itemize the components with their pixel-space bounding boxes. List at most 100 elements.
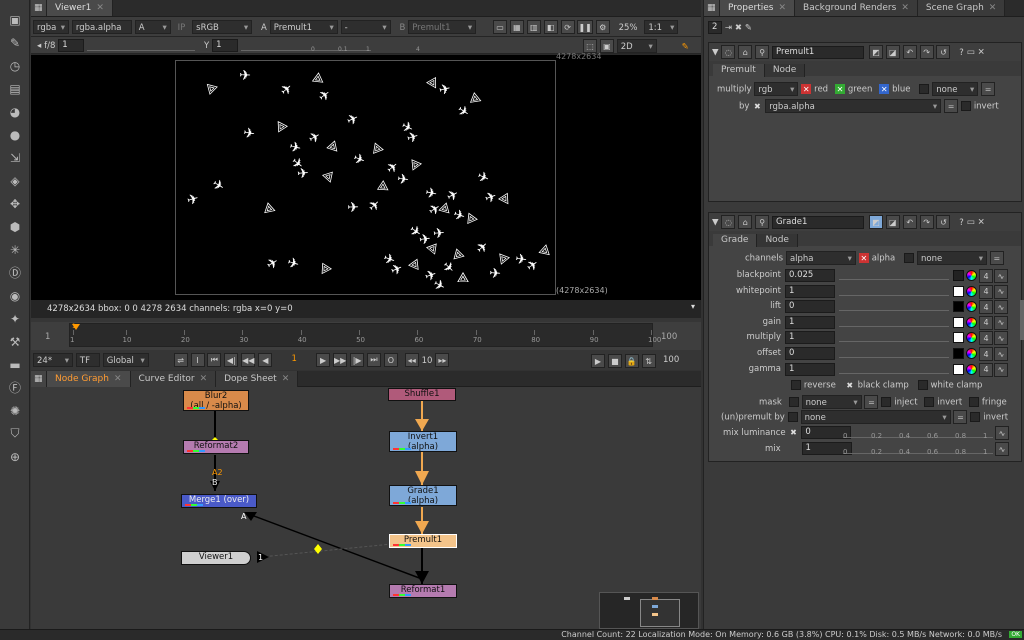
unpremult-equals-icon[interactable]: = [953,410,968,424]
extra-equals-icon[interactable]: = [981,82,996,96]
end-frame[interactable]: 100 [663,355,679,365]
green-checkbox[interactable]: ✕ [834,84,845,94]
last-frame-icon[interactable]: ⏭ [367,353,381,367]
lock-icon[interactable]: 🔒 [624,354,639,368]
param-slider[interactable] [839,299,949,312]
node-invert1[interactable]: Invert1 (alpha) [389,431,457,452]
param-value-field[interactable]: 1 [785,284,835,298]
split-channels-button[interactable]: 4 [979,362,993,377]
deep-icon[interactable]: Ⓓ [0,261,30,284]
node-toggle-icon[interactable]: ◌ [721,215,736,229]
collapse-icon[interactable]: ▼ [712,48,719,58]
mix-luminance-checkbox[interactable]: ✖ [789,428,799,438]
fstop-prev-icon[interactable]: ◂ [37,41,41,51]
pixel-icon[interactable]: ▣ [599,39,614,53]
extra-checkbox[interactable] [904,253,915,263]
multiply-combo[interactable]: rgb [754,82,799,96]
render-icon[interactable]: ⚙ [595,20,610,34]
param-slider[interactable] [839,362,949,374]
transform-icon[interactable]: ✥ [0,192,30,215]
color-swatch-icon[interactable] [953,363,964,375]
flag-icon[interactable]: ⚲ [755,45,770,59]
roi-icon[interactable]: ▭ [493,20,508,34]
info-menu-icon[interactable]: ▾ [691,302,695,311]
split-channels-button[interactable]: 4 [979,300,993,315]
revert-icon[interactable]: ↺ [936,45,951,59]
next-frame-icon[interactable]: ▶▶ [332,353,348,367]
param-slider[interactable] [839,268,949,280]
mask-checkbox[interactable] [788,397,799,407]
viewer-icon[interactable]: ⌂ [738,45,753,59]
plugins-icon[interactable]: ✺ [0,399,30,422]
display-combo[interactable]: A [134,20,171,34]
out-point-icon[interactable]: O [383,353,398,367]
color-swatch-icon[interactable] [953,332,964,344]
toolsets-icon[interactable]: ⚒ [0,330,30,353]
curve-icon[interactable]: ∿ [994,300,1008,315]
param-value-field[interactable]: 0.025 [785,269,835,282]
color-wheel-icon[interactable] [966,316,977,328]
tf-combo[interactable]: TF [75,353,100,367]
param-value-field[interactable]: 1 [785,315,835,329]
split-channels-button[interactable]: 4 [979,269,993,283]
premult-name-field[interactable]: Premult1 [772,45,865,59]
tab-scene-graph[interactable]: Scene Graph ✕ [917,0,1006,16]
tab-viewer[interactable]: Viewer1 ✕ [47,0,113,16]
by-combo[interactable]: rgba.alpha [765,99,942,113]
globe-icon[interactable]: ⊕ [0,445,30,468]
node-merge1[interactable]: Merge1 (over) [181,494,257,508]
blue-checkbox[interactable]: ✕ [879,84,890,94]
help-icon[interactable]: ? [959,218,964,228]
merge-icon[interactable]: ◈ [0,169,30,192]
step-forward-icon[interactable]: ▸▸ [435,353,450,367]
properties-scrollbar[interactable] [1020,300,1024,340]
scope-combo[interactable]: Global [102,353,149,367]
invert-checkbox[interactable] [960,101,971,111]
split-channels-button[interactable]: 4 [979,331,993,346]
prev-frame-icon[interactable]: ◀◀ [241,353,256,367]
time-icon[interactable]: ◷ [0,54,30,77]
pause-icon[interactable]: ❚❚ [577,20,593,34]
channels-combo[interactable]: rgba [33,20,69,34]
close-all-icon[interactable]: ✖ [735,23,742,33]
graph-minimap[interactable] [599,592,699,629]
help-icon[interactable]: ? [959,48,964,58]
first-frame-icon[interactable]: ⏮ [207,353,222,367]
collapse-icon[interactable]: ▼ [712,218,719,228]
node-color-icon[interactable]: ◩ [868,215,883,229]
gamma-slider[interactable] [241,41,371,51]
color-swatch-icon[interactable] [953,348,964,359]
float-icon[interactable]: ▭ [967,48,975,58]
font-color-icon[interactable]: ◪ [885,215,900,229]
step-value[interactable]: 10 [422,356,433,366]
grade-name-field[interactable]: Grade1 [772,215,865,229]
tab-background-renders[interactable]: Background Renders ✕ [795,0,918,16]
close-icon[interactable]: ✕ [978,48,985,58]
color-icon[interactable]: ◕ [0,100,30,123]
furnace-icon[interactable]: Ⓕ [0,376,30,399]
param-value-field[interactable]: 0 [785,347,835,360]
color-wheel-icon[interactable] [966,285,977,297]
undo-icon[interactable]: ↶ [902,45,917,59]
tab-premult[interactable]: Premult [713,64,765,77]
viewer-icon[interactable]: ⌂ [738,215,753,229]
3d-icon[interactable]: ⬢ [0,215,30,238]
param-value-field[interactable]: 1 [785,331,835,345]
particles-icon[interactable]: ✳ [0,238,30,261]
extra-channel-combo[interactable]: none [932,82,979,96]
input-a-combo[interactable]: Premult1 [269,20,338,34]
split-channels-button[interactable]: 4 [979,315,993,330]
inject-checkbox[interactable] [881,397,892,407]
unpremult-checkbox[interactable] [787,412,798,422]
by-checkbox[interactable]: ✖ [752,101,762,111]
redo-icon[interactable]: ↷ [919,215,934,229]
prev-key-icon[interactable]: ◀| [224,353,239,367]
views-icon[interactable]: ◉ [0,284,30,307]
red-checkbox[interactable]: ✕ [801,84,812,94]
metadata-icon[interactable]: ✦ [0,307,30,330]
color-swatch-icon[interactable] [953,301,964,313]
split-channels-button[interactable]: 4 [979,284,993,299]
color-swatch-icon[interactable] [953,285,964,297]
extra-channel-combo[interactable]: none [917,251,988,265]
timeline-ruler[interactable]: 1 1 10 20 30 40 50 60 70 80 90 100 [69,323,661,347]
